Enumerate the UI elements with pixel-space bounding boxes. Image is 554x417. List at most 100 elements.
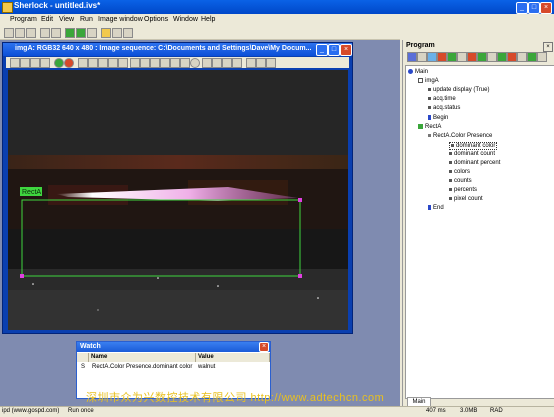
tree-node-main[interactable]: Main — [408, 69, 428, 75]
settings-icon[interactable] — [51, 28, 61, 38]
roi-icon[interactable] — [118, 58, 128, 68]
program-panel-title: Program — [406, 42, 435, 49]
prog-tool-12-icon[interactable] — [517, 52, 527, 62]
close-button[interactable]: × — [540, 2, 552, 14]
program-tree: Main imgA update display (True) acq.time… — [405, 65, 554, 399]
arc-tool-icon[interactable] — [212, 58, 222, 68]
tree-node-update-display[interactable]: update display (True) — [428, 87, 489, 93]
run-icon[interactable] — [65, 28, 75, 38]
prog-tool-14-icon[interactable] — [537, 52, 547, 62]
tree-node-imga[interactable]: imgA — [418, 78, 439, 84]
zoom-out-icon[interactable] — [30, 58, 40, 68]
circle-tool-icon[interactable] — [190, 58, 200, 68]
save-icon[interactable] — [26, 28, 36, 38]
prog-tool-9-icon[interactable] — [487, 52, 497, 62]
zoom-in-icon[interactable] — [20, 58, 30, 68]
watch-col-type — [77, 353, 89, 362]
image-maximize-button[interactable]: □ — [328, 44, 340, 56]
prog-tool-4-icon[interactable] — [437, 52, 447, 62]
menu-run[interactable]: Run — [80, 16, 93, 23]
status-mode: RAD — [490, 408, 503, 414]
tree-node-acq-time[interactable]: acq.time — [428, 96, 456, 102]
menu-program[interactable]: Program — [10, 16, 37, 23]
program-close-icon[interactable]: × — [543, 42, 553, 52]
image-export-icon[interactable] — [266, 58, 276, 68]
prog-tool-6-icon[interactable] — [457, 52, 467, 62]
menu-edit[interactable]: Edit — [41, 16, 53, 23]
status-run: Run once — [68, 408, 94, 414]
sector-tool-icon[interactable] — [232, 58, 242, 68]
line-tool-icon[interactable] — [160, 58, 170, 68]
watch-row-name[interactable]: RectA.Color Presence.dominant color — [92, 364, 192, 370]
pointer-icon[interactable] — [78, 58, 88, 68]
prog-tool-11-icon[interactable] — [507, 52, 517, 62]
prog-tool-1-icon[interactable] — [407, 52, 417, 62]
tree-node-counts[interactable]: counts — [449, 178, 472, 184]
watch-col-name[interactable]: Name — [89, 353, 196, 362]
tree-node-begin[interactable]: Begin — [428, 115, 448, 121]
watch-col-value[interactable]: Value — [196, 353, 270, 362]
tree-node-acq-status[interactable]: acq.status — [428, 105, 460, 111]
grid-icon[interactable] — [98, 58, 108, 68]
image-save-icon[interactable] — [256, 58, 266, 68]
prog-tool-2-icon[interactable] — [417, 52, 427, 62]
tree-node-dominant-count[interactable]: dominant count — [449, 151, 495, 157]
arrow-tool-icon[interactable] — [130, 58, 140, 68]
minimize-button[interactable]: _ — [516, 2, 528, 14]
menu-image-window[interactable]: Image window — [98, 16, 143, 23]
play-icon[interactable] — [54, 58, 64, 68]
menu-view[interactable]: View — [59, 16, 74, 23]
app-title: Sherlock - untitled.ivs* — [14, 1, 101, 10]
tree-node-color-presence[interactable]: RectA.Color Presence — [428, 133, 492, 139]
tree-node-pixel-count[interactable]: pixel count — [449, 196, 483, 202]
step-icon[interactable] — [87, 28, 97, 38]
maximize-button[interactable]: □ — [528, 2, 540, 14]
watch-title: Watch — [80, 343, 101, 350]
pause-icon[interactable] — [112, 28, 122, 38]
prog-tool-10-icon[interactable] — [497, 52, 507, 62]
tree-node-dominant-percent[interactable]: dominant percent — [449, 160, 500, 166]
tree-node-percents[interactable]: percents — [449, 187, 477, 193]
prog-tool-13-icon[interactable] — [527, 52, 537, 62]
lightbulb-icon[interactable] — [101, 28, 111, 38]
tree-node-recta[interactable]: RectA — [418, 124, 441, 130]
image-settings-icon[interactable] — [88, 58, 98, 68]
image-window-title: imgA: RGB32 640 x 480 : Image sequence: … — [15, 45, 312, 52]
zoom-icon[interactable] — [40, 58, 50, 68]
zoom-fit-icon[interactable] — [10, 58, 20, 68]
open-icon[interactable] — [15, 28, 25, 38]
status-time: 407 ms — [426, 408, 446, 414]
menu-options[interactable]: Options — [144, 16, 168, 23]
polyline-tool-icon[interactable] — [170, 58, 180, 68]
menu-bar: Program Edit View Run Image window Optio… — [0, 14, 554, 26]
rectangle-tool-icon[interactable] — [180, 58, 190, 68]
image-window-titlebar: imgA: RGB32 640 x 480 : Image sequence: … — [3, 43, 352, 56]
prog-tool-8-icon[interactable] — [477, 52, 487, 62]
point-tool-icon[interactable] — [150, 58, 160, 68]
prog-tool-7-icon[interactable] — [467, 52, 477, 62]
overlay-icon[interactable] — [108, 58, 118, 68]
watch-row-value: walnut — [198, 364, 216, 370]
tree-node-end[interactable]: End — [428, 205, 444, 211]
grid-tool-icon[interactable] — [202, 58, 212, 68]
prog-tool-3-icon[interactable] — [427, 52, 437, 62]
new-icon[interactable] — [4, 28, 14, 38]
menu-window[interactable]: Window — [173, 16, 198, 23]
watch-titlebar: Watch × — [77, 342, 270, 352]
tree-node-colors[interactable]: colors — [449, 169, 470, 175]
prog-tool-5-icon[interactable] — [447, 52, 457, 62]
camera-icon[interactable] — [40, 28, 50, 38]
run-continuous-icon[interactable] — [76, 28, 86, 38]
tree-node-dominant-color[interactable]: dominant color — [449, 142, 498, 150]
stop-icon[interactable] — [123, 28, 133, 38]
image-open-icon[interactable] — [246, 58, 256, 68]
image-close-button[interactable]: × — [340, 44, 352, 56]
watch-close-button[interactable]: × — [259, 342, 269, 352]
ring-tool-icon[interactable] — [222, 58, 232, 68]
image-view[interactable]: RectA — [8, 70, 348, 330]
rect-tool-icon[interactable] — [140, 58, 150, 68]
menu-help[interactable]: Help — [201, 16, 215, 23]
record-icon[interactable] — [64, 58, 74, 68]
image-minimize-button[interactable]: _ — [316, 44, 328, 56]
app-titlebar: Sherlock - untitled.ivs* _ □ × — [0, 0, 554, 14]
